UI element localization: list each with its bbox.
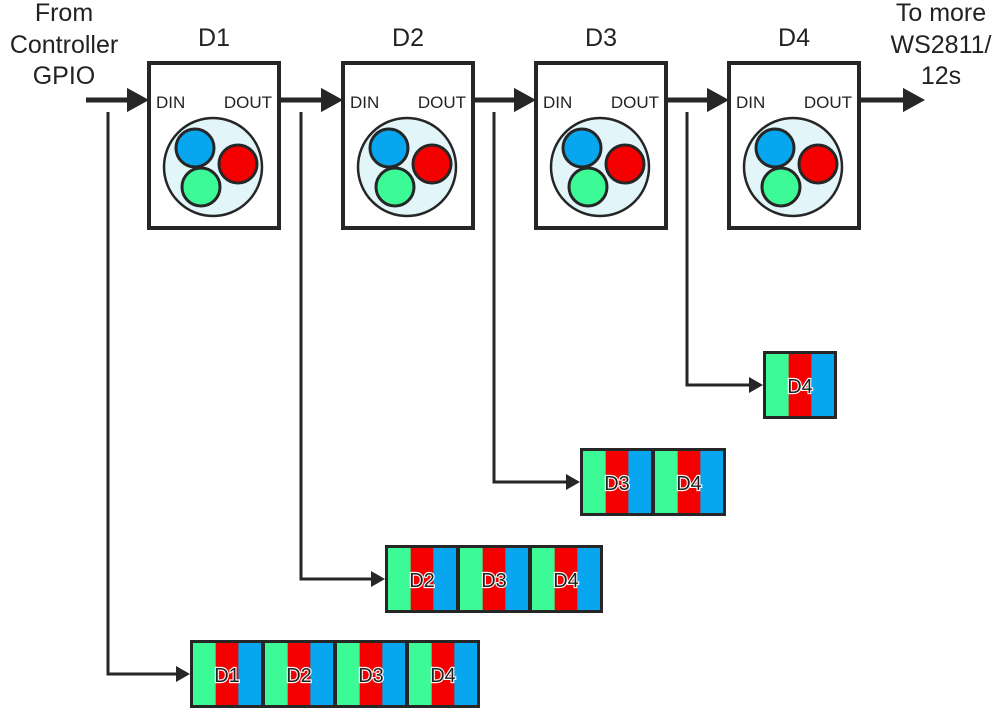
packet-label: D1 <box>214 665 240 687</box>
packet-d4: D4 <box>766 354 834 416</box>
blue-byte <box>310 643 333 705</box>
blue-byte <box>577 548 600 610</box>
device-d4: D4 DIN DOUT <box>727 24 861 230</box>
device-title: D4 <box>778 24 810 52</box>
packet-d3: D3 <box>337 643 405 705</box>
device-d3: D3 DIN DOUT <box>534 24 668 230</box>
packet-d1: D1 <box>193 643 261 705</box>
dout-pin-label: DOUT <box>804 93 852 112</box>
packet-label: D2 <box>286 665 312 687</box>
dout-pin-label: DOUT <box>224 93 272 112</box>
green-byte <box>766 354 790 416</box>
destination-label-line-2: WS2811/ <box>891 31 992 59</box>
green-byte <box>265 643 289 705</box>
din-pin-label: DIN <box>736 93 765 112</box>
green-byte <box>655 451 679 513</box>
device-d1: D1 DIN DOUT <box>147 24 281 230</box>
device-d2: D2 DIN DOUT <box>341 24 475 230</box>
packet-label: D4 <box>553 570 579 592</box>
packet-label: D4 <box>787 376 813 398</box>
blue-led-die <box>561 127 603 169</box>
packet-label: D4 <box>676 473 702 495</box>
dout-pin-label: DOUT <box>611 93 659 112</box>
blue-led-die <box>754 127 796 169</box>
tap-arrowhead-icon <box>749 377 763 393</box>
din-pin-label: DIN <box>543 93 572 112</box>
packet-label: D3 <box>481 570 507 592</box>
output-arrow-arrowhead-icon <box>903 87 925 113</box>
blue-byte <box>628 451 651 513</box>
tap-arrowhead-icon <box>371 571 385 587</box>
red-led-die <box>411 143 453 185</box>
packet-label: D4 <box>430 665 456 687</box>
packet-d4: D4 <box>409 643 477 705</box>
blue-led-die <box>174 127 216 169</box>
blue-byte <box>238 643 261 705</box>
destination-label-line-3: 12s <box>921 62 961 90</box>
red-led-die <box>604 143 646 185</box>
destination-label: To more WS2811/ 12s <box>891 0 992 90</box>
packet-d3: D3 <box>460 548 528 610</box>
blue-byte <box>454 643 477 705</box>
blue-byte <box>505 548 528 610</box>
blue-byte <box>811 354 834 416</box>
source-label-line-3: GPIO <box>33 62 96 90</box>
packet-label: D3 <box>358 665 384 687</box>
green-byte <box>583 451 607 513</box>
rgb-led-icon <box>549 116 651 218</box>
packet-d4: D4 <box>655 451 723 513</box>
rgb-led-icon <box>162 116 264 218</box>
source-label: From Controller GPIO <box>10 0 118 90</box>
red-led-die <box>217 143 259 185</box>
device-title: D1 <box>198 24 230 52</box>
green-led-die <box>567 166 609 208</box>
tap-arrowhead-icon <box>566 474 580 490</box>
green-byte <box>193 643 217 705</box>
rgb-led-icon <box>742 116 844 218</box>
packet-d2: D2 <box>388 548 456 610</box>
input-arrow-arrowhead-icon <box>127 87 149 113</box>
d1-to-d2-arrow-arrowhead-icon <box>321 87 343 113</box>
green-byte <box>532 548 556 610</box>
tap-arrowhead-icon <box>176 666 190 682</box>
din-pin-label: DIN <box>350 93 379 112</box>
din-pin-label: DIN <box>156 93 185 112</box>
green-led-die <box>374 166 416 208</box>
blue-led-die <box>368 127 410 169</box>
rgb-led-icon <box>356 116 458 218</box>
green-led-die <box>180 166 222 208</box>
device-title: D2 <box>392 24 424 52</box>
devices: D1 DIN DOUT D2 DIN DOUT D3 DIN DOUT D4 DIN DOUT <box>147 24 861 230</box>
packet-label: D2 <box>409 570 435 592</box>
packet-d3: D3 <box>583 451 651 513</box>
d2-to-d3-arrow-arrowhead-icon <box>514 87 536 113</box>
green-led-die <box>760 166 802 208</box>
packet-label: D3 <box>604 473 630 495</box>
d3-to-d4-arrow-arrowhead-icon <box>707 87 729 113</box>
blue-byte <box>700 451 723 513</box>
green-byte <box>409 643 433 705</box>
packet-d4: D4 <box>532 548 600 610</box>
blue-byte <box>382 643 405 705</box>
green-byte <box>460 548 484 610</box>
red-led-die <box>797 143 839 185</box>
dout-pin-label: DOUT <box>418 93 466 112</box>
source-label-line-2: Controller <box>10 31 118 59</box>
source-label-line-1: From <box>35 0 93 27</box>
device-title: D3 <box>585 24 617 52</box>
green-byte <box>337 643 361 705</box>
destination-label-line-1: To more <box>896 0 986 27</box>
packet-d2: D2 <box>265 643 333 705</box>
green-byte <box>388 548 412 610</box>
ws2811-daisy-chain-diagram: From Controller GPIO To more WS2811/ 12s… <box>10 0 992 708</box>
blue-byte <box>433 548 456 610</box>
